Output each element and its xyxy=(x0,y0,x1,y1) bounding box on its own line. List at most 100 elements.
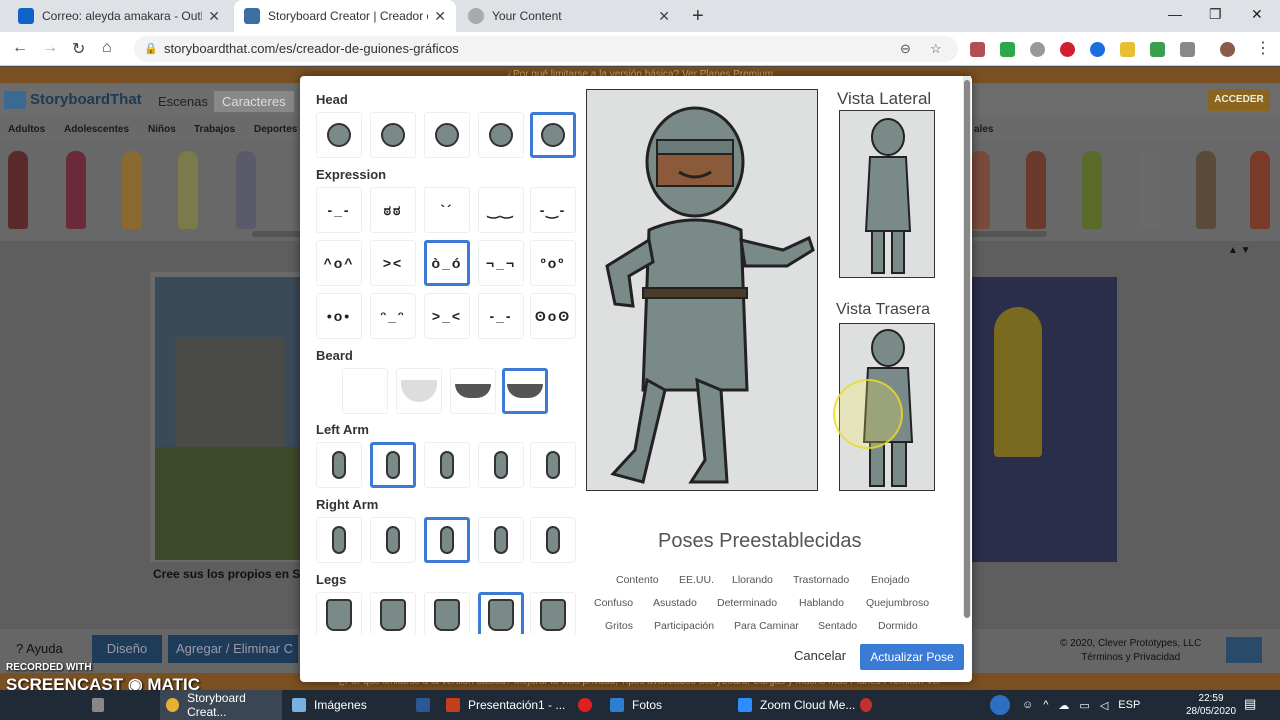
expression-option[interactable]: -‿- xyxy=(530,187,576,233)
beard-option[interactable] xyxy=(450,368,496,414)
head-option[interactable] xyxy=(424,112,470,158)
expression-option[interactable]: ‿‿ xyxy=(478,187,524,233)
pose-link[interactable]: Para Caminar xyxy=(734,620,799,632)
tab-outlook[interactable]: Correo: aleyda amakara - Outloo ✕ xyxy=(8,0,230,32)
head-option[interactable] xyxy=(370,112,416,158)
category-adolescentes[interactable]: Adolescentes xyxy=(64,124,129,135)
login-button[interactable]: ACCEDER xyxy=(1208,89,1270,111)
tab-escenas[interactable]: Escenas xyxy=(150,91,216,112)
expression-option[interactable]: >_< xyxy=(424,293,470,339)
back-button[interactable]: ← xyxy=(12,39,28,57)
pose-link[interactable]: Confuso xyxy=(594,597,633,609)
category-trabajos[interactable]: Trabajos xyxy=(194,124,235,135)
character-thumb[interactable] xyxy=(8,151,28,229)
category-partial[interactable]: ales xyxy=(974,124,993,135)
help-icon[interactable] xyxy=(990,695,1010,715)
pose-link[interactable]: Dormido xyxy=(878,620,918,632)
character-thumb[interactable] xyxy=(970,151,990,229)
gray-extension-icon[interactable] xyxy=(1180,42,1195,57)
head-option[interactable] xyxy=(316,112,362,158)
expression-option[interactable]: >< xyxy=(370,240,416,286)
home-button[interactable]: ⌂ xyxy=(102,39,112,57)
scroll-thumb[interactable] xyxy=(964,80,970,618)
pose-link[interactable]: Sentado xyxy=(818,620,857,632)
minimize-button[interactable]: — xyxy=(1168,6,1182,22)
throne-scene-image[interactable] xyxy=(972,277,1117,562)
pose-link[interactable]: Llorando xyxy=(732,574,773,586)
taskbar-imagenes[interactable]: Imágenes xyxy=(288,690,410,720)
new-tab-button[interactable]: + xyxy=(692,5,704,28)
compass-extension-icon[interactable] xyxy=(1030,42,1045,57)
close-tab-icon[interactable]: ✕ xyxy=(658,8,670,25)
right-arm-option[interactable] xyxy=(478,517,524,563)
character-thumb[interactable] xyxy=(1196,151,1216,229)
legs-option[interactable] xyxy=(316,592,362,638)
pose-link[interactable]: Hablando xyxy=(799,597,844,609)
record-icon[interactable] xyxy=(860,690,880,720)
expression-option[interactable]: -_- xyxy=(316,187,362,233)
green-extension-icon[interactable] xyxy=(1000,42,1015,57)
pose-link[interactable]: Enojado xyxy=(871,574,910,586)
close-tab-icon[interactable]: ✕ xyxy=(208,8,220,25)
beard-option[interactable] xyxy=(396,368,442,414)
right-arm-option[interactable] xyxy=(370,517,416,563)
pose-link[interactable]: Gritos xyxy=(605,620,633,632)
yellow-extension-icon[interactable] xyxy=(1120,42,1135,57)
character-thumb[interactable] xyxy=(178,151,198,229)
volume-icon[interactable]: ◁ xyxy=(1100,699,1108,712)
logo[interactable]: StoryboardThat xyxy=(4,91,142,110)
expression-option[interactable]: -_- xyxy=(478,293,524,339)
taskbar-fotos[interactable]: Fotos xyxy=(606,690,728,720)
calendar-extension-icon[interactable] xyxy=(1150,42,1165,57)
notification-icon[interactable]: ▤ xyxy=(1244,696,1256,712)
character-thumb[interactable] xyxy=(66,151,86,229)
left-arm-option[interactable] xyxy=(478,442,524,488)
character-thumb[interactable] xyxy=(1140,151,1160,229)
character-thumb[interactable] xyxy=(122,151,142,229)
pose-link[interactable]: Trastornado xyxy=(793,574,849,586)
expression-option[interactable]: ᵔ_ᵔ xyxy=(370,293,416,339)
taskbar-powerpoint[interactable]: Presentación1 - ... xyxy=(446,690,568,720)
beard-option[interactable] xyxy=(502,368,548,414)
left-arm-option[interactable] xyxy=(316,442,362,488)
add-remove-cells-button[interactable]: Agregar / Eliminar C xyxy=(168,635,298,663)
character-thumb[interactable] xyxy=(1082,151,1102,229)
cloud-icon[interactable]: ☁ xyxy=(1058,699,1069,712)
network-icon[interactable]: ▭ xyxy=(1079,699,1089,712)
modal-scrollbar[interactable] xyxy=(963,76,971,618)
head-option[interactable] xyxy=(530,112,576,158)
character-thumb[interactable] xyxy=(236,151,256,229)
expression-option[interactable]: •o• xyxy=(316,293,362,339)
left-arm-option[interactable] xyxy=(370,442,416,488)
expression-option[interactable]: ò_ó xyxy=(424,240,470,286)
terms-link[interactable]: Términos y Privacidad xyxy=(1060,651,1201,665)
tab-storyboard[interactable]: Storyboard Creator | Creador de ✕ xyxy=(234,0,456,32)
left-arm-option[interactable] xyxy=(530,442,576,488)
layout-icon[interactable] xyxy=(1226,637,1262,663)
expression-option[interactable]: ºoº xyxy=(530,240,576,286)
people-icon[interactable]: ☺ xyxy=(1022,699,1033,711)
update-pose-button[interactable]: Actualizar Pose xyxy=(860,644,964,670)
help-link[interactable]: ? Ayuda xyxy=(16,641,63,656)
expression-option[interactable]: ಠಠ xyxy=(370,187,416,233)
legs-option[interactable] xyxy=(478,592,524,638)
character-thumb[interactable] xyxy=(1250,151,1270,229)
reorder-arrows[interactable]: ▲ ▼ xyxy=(1228,245,1251,256)
close-window-button[interactable]: ✕ xyxy=(1251,6,1263,23)
legs-option[interactable] xyxy=(530,592,576,638)
language-indicator[interactable]: ESP xyxy=(1118,699,1140,711)
expression-option[interactable]: ʘoʘ xyxy=(530,293,576,339)
right-arm-option[interactable] xyxy=(424,517,470,563)
category-deportes[interactable]: Deportes xyxy=(254,124,297,135)
beard-option[interactable] xyxy=(342,368,388,414)
character-thumb[interactable] xyxy=(1026,151,1046,229)
right-arm-option[interactable] xyxy=(530,517,576,563)
right-arm-option[interactable] xyxy=(316,517,362,563)
maximize-button[interactable]: ❐ xyxy=(1209,6,1222,23)
expression-option[interactable]: `´ xyxy=(424,187,470,233)
tab-caracteres[interactable]: Caracteres xyxy=(214,91,294,112)
zoom-icon[interactable]: ⊖ xyxy=(900,36,911,62)
taskbar-storyboard[interactable]: Storyboard Creat... xyxy=(160,690,282,720)
side-view-preview[interactable] xyxy=(839,110,935,278)
pose-link[interactable]: EE.UU. xyxy=(679,574,714,586)
